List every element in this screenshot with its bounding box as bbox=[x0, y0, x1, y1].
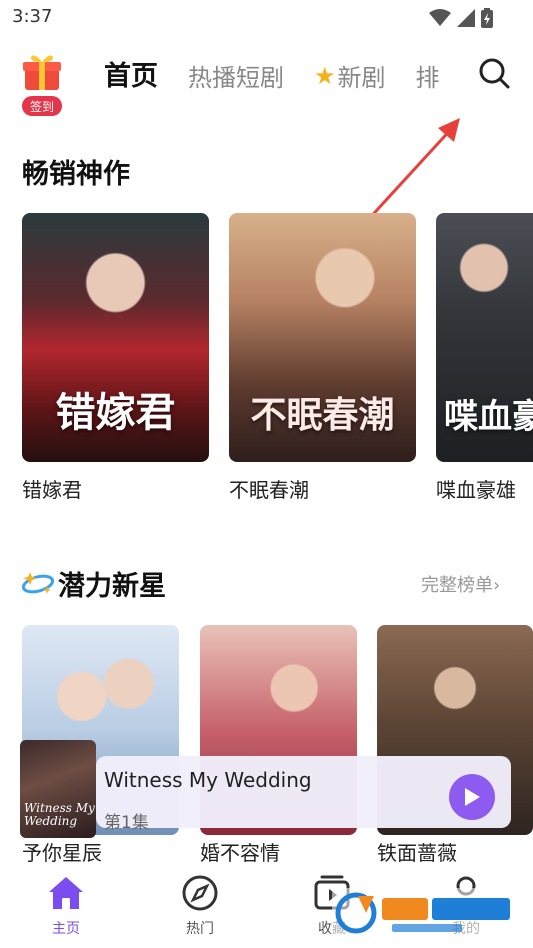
top-navigation: 签到 首页 热播短剧 ★ 新剧 排 bbox=[0, 46, 533, 118]
tab-new-dramas-label: 新剧 bbox=[337, 64, 386, 92]
play-icon bbox=[465, 788, 480, 806]
nav-home-label: 主页 bbox=[52, 921, 80, 937]
signal-icon bbox=[457, 9, 475, 27]
mini-player-episode: 第1集 bbox=[104, 813, 149, 833]
annotation-arrow-icon bbox=[364, 118, 460, 224]
play-button[interactable] bbox=[449, 774, 495, 820]
poster-title-text: 不眠春潮 bbox=[250, 394, 395, 436]
drama-card-bestseller-1[interactable]: 错嫁君 错嫁君 bbox=[22, 213, 209, 503]
signin-badge[interactable]: 签到 bbox=[22, 96, 62, 116]
compass-icon bbox=[182, 875, 218, 911]
drama-title: 喋血豪雄 bbox=[436, 478, 516, 502]
status-time: 3:37 bbox=[12, 6, 53, 27]
drama-poster: 喋血豪 bbox=[436, 213, 533, 462]
rising-section-title: 潜力新星 bbox=[58, 571, 166, 602]
tab-hot-shorts[interactable]: 热播短剧 bbox=[188, 58, 284, 93]
nav-trending-label: 热门 bbox=[186, 921, 214, 937]
mini-player-thumb-text: Witness My Wedding bbox=[24, 801, 95, 828]
status-bar: 3:37 bbox=[0, 0, 533, 36]
drama-title: 铁面蔷薇 bbox=[377, 841, 457, 865]
status-icons bbox=[429, 8, 493, 28]
drama-poster: 不眠春潮 bbox=[229, 213, 416, 462]
nav-trending[interactable]: 热门 bbox=[160, 874, 240, 938]
tab-ranking[interactable]: 排 bbox=[416, 58, 440, 93]
watermark-logo bbox=[332, 888, 518, 938]
mini-player-title: Witness My Wedding bbox=[104, 768, 312, 792]
search-icon[interactable] bbox=[477, 56, 511, 90]
drama-card-bestseller-3[interactable]: 喋血豪 喋血豪雄 bbox=[436, 213, 533, 503]
tab-new-dramas[interactable]: ★ 新剧 bbox=[314, 58, 386, 93]
battery-icon bbox=[481, 8, 493, 28]
drama-title: 不眠春潮 bbox=[229, 478, 309, 502]
star-icon: ★ bbox=[314, 61, 336, 90]
mini-player[interactable]: Witness My Wedding Witness My Wedding 第1… bbox=[20, 740, 511, 838]
tab-home-label: 首页 bbox=[104, 61, 158, 92]
tab-ranking-label: 排 bbox=[415, 64, 440, 92]
tab-hot-shorts-label: 热播短剧 bbox=[188, 64, 284, 92]
drama-title: 予你星辰 bbox=[22, 841, 102, 865]
poster-title-text: 喋血豪 bbox=[444, 397, 533, 437]
sparkle-icon bbox=[21, 572, 55, 594]
nav-home[interactable]: 主页 bbox=[26, 874, 106, 938]
bestseller-section-title: 畅销神作 bbox=[22, 159, 130, 190]
home-icon bbox=[49, 877, 83, 909]
drama-poster: 错嫁君 bbox=[22, 213, 209, 462]
full-ranking-link[interactable]: 完整榜单› bbox=[421, 571, 500, 597]
drama-card-bestseller-2[interactable]: 不眠春潮 不眠春潮 bbox=[229, 213, 416, 503]
poster-title-text: 错嫁君 bbox=[55, 389, 176, 436]
tab-home[interactable]: 首页 bbox=[104, 54, 158, 93]
wifi-icon bbox=[429, 9, 451, 26]
gift-icon[interactable] bbox=[22, 52, 62, 92]
tab-bar: 首页 热播短剧 ★ 新剧 排 bbox=[104, 54, 444, 93]
drama-title: 婚不容情 bbox=[200, 841, 280, 865]
mini-player-thumbnail[interactable]: Witness My Wedding bbox=[20, 740, 96, 838]
drama-title: 错嫁君 bbox=[22, 478, 82, 502]
